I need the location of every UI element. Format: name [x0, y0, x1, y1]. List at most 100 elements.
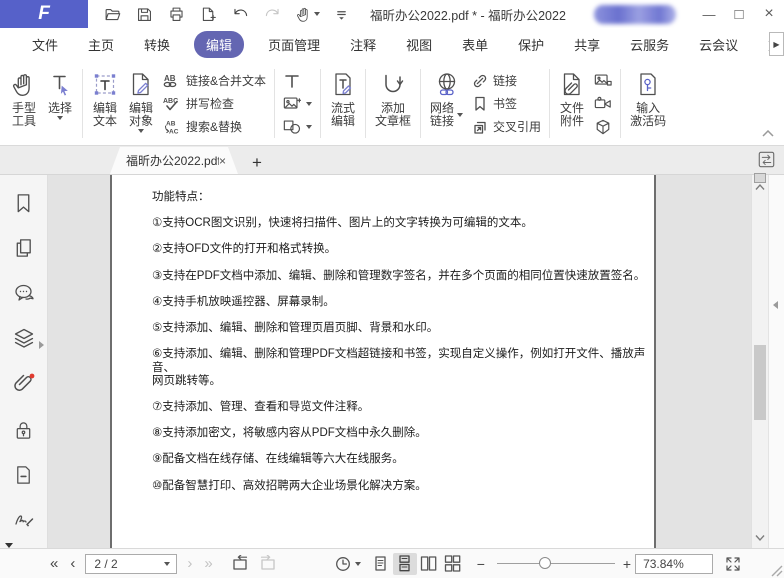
- scrollbar-top-box: [754, 173, 766, 183]
- print-icon[interactable]: [168, 6, 185, 23]
- add-shapes-button[interactable]: [283, 117, 312, 137]
- spell-check-button[interactable]: ABC 拼写检查: [163, 94, 266, 114]
- edit-text-icon: [92, 69, 118, 99]
- pages-panel-icon[interactable]: [13, 237, 34, 259]
- maximize-button[interactable]: □: [724, 1, 754, 27]
- next-page-button[interactable]: ›: [181, 556, 198, 571]
- continuous-view-button[interactable]: [393, 553, 417, 575]
- menu-file[interactable]: 文件: [32, 35, 58, 54]
- view-history-dropdown-icon: [355, 562, 361, 566]
- divider: [420, 69, 421, 138]
- customize-toolbar-icon[interactable]: [335, 8, 348, 21]
- expand-panel-handle-icon[interactable]: [39, 341, 44, 349]
- menu-comment[interactable]: 注释: [350, 35, 376, 54]
- open-file-icon[interactable]: [104, 6, 121, 23]
- last-page-button[interactable]: »: [198, 556, 218, 571]
- menu-page-management[interactable]: 页面管理: [268, 35, 320, 54]
- page-number-input[interactable]: 2 / 2: [85, 554, 177, 574]
- previous-view-button[interactable]: [231, 555, 250, 572]
- main-area: 功能特点： ①支持OCR图文识别，快速将扫描件、图片上的文字转换为可编辑的文本。…: [0, 175, 784, 548]
- search-replace-button[interactable]: ABAC 搜索&替换: [163, 117, 266, 137]
- add-image-button[interactable]: [283, 94, 312, 114]
- menu-share[interactable]: 共享: [574, 35, 600, 54]
- tab-close-icon[interactable]: ×: [219, 154, 226, 168]
- add-video-button[interactable]: [594, 94, 612, 114]
- pdf-page[interactable]: 功能特点： ①支持OCR图文识别，快速将扫描件、图片上的文字转换为可编辑的文本。…: [110, 175, 656, 548]
- prev-page-button[interactable]: ‹: [64, 556, 81, 571]
- zoom-in-button[interactable]: +: [621, 557, 633, 571]
- user-account-blurred[interactable]: [594, 5, 676, 24]
- scrollbar-thumb[interactable]: [754, 345, 766, 420]
- doc-paragraph: ③支持在PDF文档中添加、编辑、删除和管理数字签名，并在多个页面的相同位置快速放…: [152, 270, 652, 283]
- zoom-slider[interactable]: [497, 557, 615, 570]
- link-merge-text-button[interactable]: AB 链接&合并文本: [163, 71, 266, 91]
- scroll-down-icon[interactable]: [755, 534, 765, 542]
- cross-reference-icon: [472, 119, 488, 135]
- svg-text:AB: AB: [164, 74, 176, 83]
- add-image-object-button[interactable]: [594, 71, 612, 91]
- edit-object-button[interactable]: 编辑 对象: [123, 67, 159, 140]
- menu-convert[interactable]: 转换: [144, 35, 170, 54]
- add-article-box-button[interactable]: 添加 文章框: [370, 67, 416, 140]
- next-view-button[interactable]: [258, 555, 277, 572]
- continuous-facing-view-button[interactable]: [441, 553, 465, 575]
- vertical-scrollbar[interactable]: [751, 175, 768, 548]
- panel-toggle-icon[interactable]: [758, 151, 775, 168]
- destinations-panel-icon[interactable]: [13, 464, 34, 486]
- zoom-level-input[interactable]: 73.84%: [635, 554, 713, 574]
- edit-text-button[interactable]: 编辑 文本: [87, 67, 123, 140]
- window-resize-grip[interactable]: [771, 565, 783, 577]
- hand-mode-icon[interactable]: [296, 6, 320, 23]
- add-text-button[interactable]: [283, 71, 312, 91]
- security-panel-icon[interactable]: [13, 419, 34, 441]
- menu-cloud-meeting[interactable]: 云会议: [699, 35, 738, 54]
- add-3d-button[interactable]: [594, 117, 612, 137]
- zoom-slider-thumb[interactable]: [539, 557, 551, 569]
- save-icon[interactable]: [136, 6, 153, 23]
- menu-cloud-service[interactable]: 云服务: [630, 35, 669, 54]
- bookmark-button[interactable]: 书签: [472, 94, 541, 114]
- zoom-out-button[interactable]: −: [471, 557, 491, 571]
- layers-panel-icon[interactable]: [13, 327, 35, 349]
- file-attachment-button[interactable]: 文件 附件: [554, 67, 590, 140]
- select-tool-button[interactable]: 选择: [42, 67, 78, 140]
- doc-paragraph: ⑧支持添加密文，将敏感内容从PDF文档中永久删除。: [152, 427, 652, 440]
- scroll-up-icon[interactable]: [755, 183, 765, 191]
- signatures-panel-icon[interactable]: [13, 509, 35, 531]
- view-history-button[interactable]: [335, 556, 361, 572]
- document-viewport[interactable]: 功能特点： ①支持OCR图文识别，快速将扫描件、图片上的文字转换为可编辑的文本。…: [48, 175, 751, 548]
- attachments-panel-icon[interactable]: [13, 372, 35, 396]
- undo-icon[interactable]: [232, 6, 249, 23]
- menu-home[interactable]: 主页: [88, 35, 114, 54]
- menu-view[interactable]: 视图: [406, 35, 432, 54]
- bookmarks-panel-icon[interactable]: [13, 192, 34, 214]
- enter-activation-code-button[interactable]: 输入 激活码: [625, 67, 671, 140]
- comments-panel-icon[interactable]: [13, 282, 35, 304]
- menu-edit[interactable]: 编辑: [194, 31, 244, 58]
- menu-protect[interactable]: 保护: [518, 35, 544, 54]
- flow-edit-button[interactable]: 流式 编辑: [325, 67, 361, 140]
- minimize-button[interactable]: —: [694, 1, 724, 27]
- expand-right-panel-handle-icon[interactable]: [773, 301, 778, 309]
- menu-overflow-button[interactable]: ▶: [769, 32, 784, 56]
- divider: [365, 69, 366, 138]
- redo-icon[interactable]: [264, 6, 281, 23]
- new-tab-button[interactable]: +: [252, 154, 262, 171]
- web-link-button[interactable]: 网络 链接: [425, 67, 468, 140]
- app-logo[interactable]: F: [0, 0, 88, 28]
- menu-form[interactable]: 表单: [462, 35, 488, 54]
- cross-reference-button[interactable]: 交叉引用: [472, 117, 541, 137]
- hand-tool-button[interactable]: 手型 工具: [6, 67, 42, 140]
- first-page-button[interactable]: «: [44, 556, 64, 571]
- document-tab[interactable]: 福昕办公2022.pdf * ×: [110, 147, 238, 174]
- single-page-view-button[interactable]: [369, 553, 393, 575]
- zoom-slider-track: [497, 563, 615, 564]
- add-object-stack: [279, 67, 316, 140]
- collapse-ribbon-button[interactable]: [762, 130, 774, 137]
- fullscreen-button[interactable]: [725, 556, 741, 572]
- new-page-icon[interactable]: [200, 6, 217, 23]
- facing-view-button[interactable]: [417, 553, 441, 575]
- edit-object-dropdown-icon: [138, 129, 144, 133]
- link-button[interactable]: 链接: [472, 71, 541, 91]
- close-button[interactable]: ×: [754, 1, 784, 27]
